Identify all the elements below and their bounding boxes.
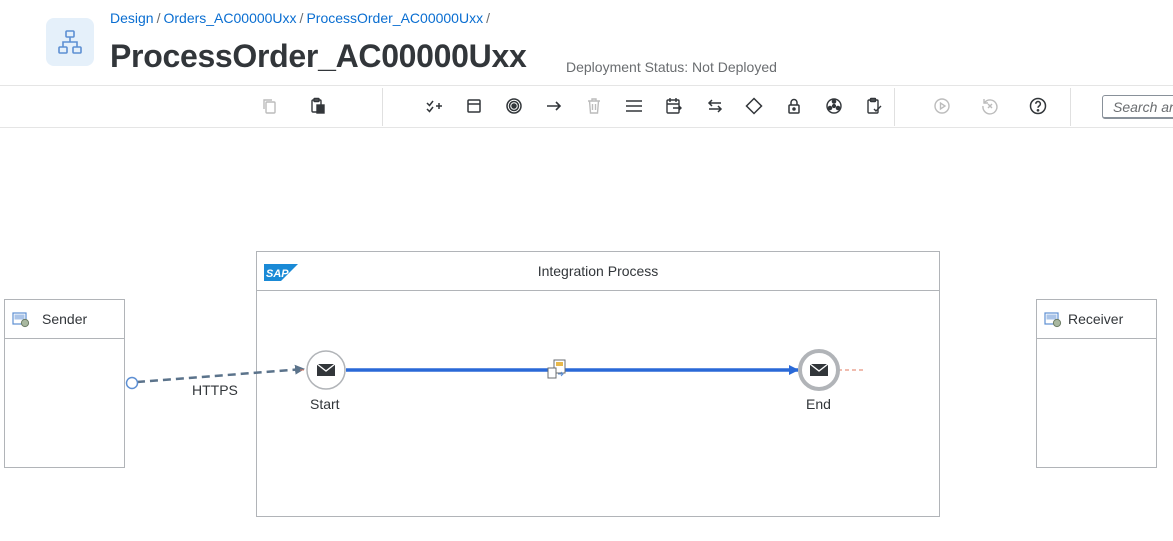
channel-label: HTTPS <box>192 382 238 398</box>
end-event[interactable] <box>798 349 840 391</box>
start-event[interactable] <box>306 350 346 390</box>
channel-endpoint[interactable] <box>125 376 139 390</box>
start-event-label: Start <box>310 396 340 412</box>
message-mapping-icon[interactable] <box>547 359 566 379</box>
flow-overlay <box>125 349 864 391</box>
end-event-label: End <box>806 396 831 412</box>
